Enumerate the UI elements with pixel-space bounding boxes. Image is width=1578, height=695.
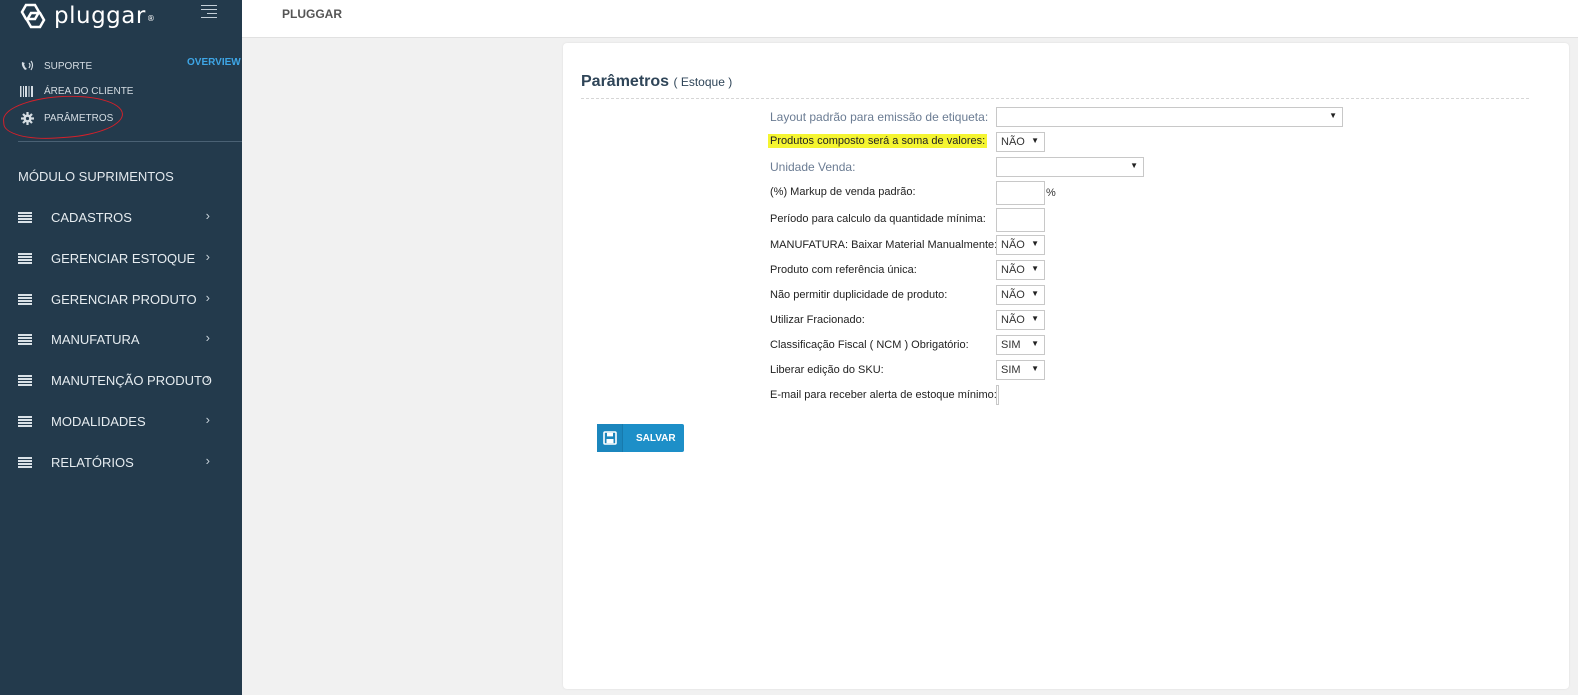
chevron-right-icon: › xyxy=(205,453,210,468)
floppy-disk-icon xyxy=(597,424,623,452)
percent-unit: % xyxy=(1046,187,1056,199)
list-icon xyxy=(18,333,32,345)
sku-label: Liberar edição do SKU: xyxy=(770,364,884,376)
overview-link[interactable]: OVERVIEW xyxy=(187,57,241,68)
markup-label: (%) Markup de venda padrão: xyxy=(770,186,916,198)
highlighted-label-text: Produtos composto será a soma de valores… xyxy=(768,134,988,148)
list-icon xyxy=(18,211,32,223)
sidebar-item-label: MANUTENÇÃO PRODUTO xyxy=(51,372,212,388)
hamburger-menu-icon[interactable] xyxy=(201,5,217,18)
chevron-right-icon: › xyxy=(205,290,210,305)
email-input[interactable] xyxy=(996,385,999,405)
sidebar-link-area-do-cliente[interactable]: ÁREA DO CLIENTE xyxy=(18,86,218,97)
chevron-right-icon: › xyxy=(205,208,210,223)
fracionado-select[interactable]: NÃO ▼ xyxy=(996,310,1045,330)
phone-icon xyxy=(18,60,36,72)
list-icon xyxy=(18,293,32,305)
caret-down-icon: ▼ xyxy=(1031,239,1039,248)
sidebar-item-manufatura[interactable]: MANUFATURA › xyxy=(18,328,218,350)
sku-select[interactable]: SIM ▼ xyxy=(996,360,1045,380)
page-header-title: PLUGGAR xyxy=(282,7,342,21)
markup-input[interactable] xyxy=(996,181,1045,205)
list-icon xyxy=(18,415,32,427)
save-button[interactable]: SALVAR xyxy=(597,424,684,452)
save-button-label: SALVAR xyxy=(636,432,676,444)
duplicidade-select[interactable]: NÃO ▼ xyxy=(996,285,1045,305)
sidebar-item-gerenciar-produto[interactable]: GERENCIAR PRODUTO › xyxy=(18,288,218,310)
annotation-circle xyxy=(1,91,125,143)
barcode-icon xyxy=(18,86,36,97)
sidebar-item-label: RELATÓRIOS xyxy=(51,454,134,470)
list-icon xyxy=(18,374,32,386)
caret-down-icon: ▼ xyxy=(1031,136,1039,145)
unidade-select[interactable]: ▼ xyxy=(996,157,1144,177)
periodo-input[interactable] xyxy=(996,208,1045,232)
unidade-label: Unidade Venda: xyxy=(770,160,856,174)
logo[interactable]: pluggar® xyxy=(18,3,155,29)
sidebar-item-modalidades[interactable]: MODALIDADES › xyxy=(18,410,218,432)
sidebar-item-label: CADASTROS xyxy=(51,209,132,225)
chevron-right-icon: › xyxy=(205,249,210,264)
composto-label: Produtos composto será a soma de valores… xyxy=(768,134,988,148)
caret-down-icon: ▼ xyxy=(1031,339,1039,348)
sidebar-divider xyxy=(18,141,242,142)
top-bar: PLUGGAR xyxy=(242,0,1578,38)
caret-down-icon: ▼ xyxy=(1329,111,1337,120)
list-icon xyxy=(18,252,32,264)
ncm-select[interactable]: SIM ▼ xyxy=(996,335,1045,355)
module-title: MÓDULO SUPRIMENTOS xyxy=(18,169,174,184)
duplicidade-label: Não permitir duplicidade de produto: xyxy=(770,289,948,301)
parameters-card: Parâmetros ( Estoque ) Layout padrão par… xyxy=(563,43,1569,689)
logo-text: pluggar® xyxy=(54,3,156,29)
manufatura-label: MANUFATURA: Baixar Material Manualmente: xyxy=(770,239,998,251)
ncm-label: Classificação Fiscal ( NCM ) Obrigatório… xyxy=(770,339,969,351)
sidebar-item-label: MANUFATURA xyxy=(51,331,140,347)
sidebar-item-cadastros[interactable]: CADASTROS › xyxy=(18,206,218,228)
sidebar-item-gerenciar-estoque[interactable]: GERENCIAR ESTOQUE › xyxy=(18,247,218,269)
sidebar-item-manutencao-produto[interactable]: MANUTENÇÃO PRODUTO › xyxy=(18,369,218,391)
caret-down-icon: ▼ xyxy=(1031,264,1039,273)
periodo-label: Período para calculo da quantidade mínim… xyxy=(770,213,986,225)
caret-down-icon: ▼ xyxy=(1031,314,1039,323)
composto-select[interactable]: NÃO ▼ xyxy=(996,132,1045,152)
caret-down-icon: ▼ xyxy=(1031,289,1039,298)
fracionado-label: Utilizar Fracionado: xyxy=(770,314,865,326)
page-title: Parâmetros ( Estoque ) xyxy=(581,73,733,90)
sidebar-link-label: SUPORTE xyxy=(44,60,93,72)
chevron-right-icon: › xyxy=(205,371,210,386)
referencia-select[interactable]: NÃO ▼ xyxy=(996,260,1045,280)
sidebar-item-label: GERENCIAR ESTOQUE xyxy=(51,250,196,266)
manufatura-select[interactable]: NÃO ▼ xyxy=(996,235,1045,255)
title-divider xyxy=(581,98,1529,99)
chevron-right-icon: › xyxy=(205,412,210,427)
page-subtitle: ( Estoque ) xyxy=(673,75,733,89)
caret-down-icon: ▼ xyxy=(1130,161,1138,170)
referencia-label: Produto com referência única: xyxy=(770,264,917,276)
chevron-right-icon: › xyxy=(205,330,210,345)
list-icon xyxy=(18,456,32,468)
pluggar-logo-icon xyxy=(20,3,46,29)
sidebar: pluggar® SUPORTE ÁREA DO CLIENTE PARÂMET… xyxy=(0,0,242,695)
sidebar-item-label: MODALIDADES xyxy=(51,413,146,429)
email-label: E-mail para receber alerta de estoque mí… xyxy=(770,389,997,401)
sidebar-item-relatorios[interactable]: RELATÓRIOS › xyxy=(18,451,218,473)
caret-down-icon: ▼ xyxy=(1031,364,1039,373)
layout-label: Layout padrão para emissão de etiqueta: xyxy=(770,110,989,124)
layout-select[interactable]: ▼ xyxy=(996,107,1343,127)
sidebar-item-label: GERENCIAR PRODUTO xyxy=(51,291,197,307)
